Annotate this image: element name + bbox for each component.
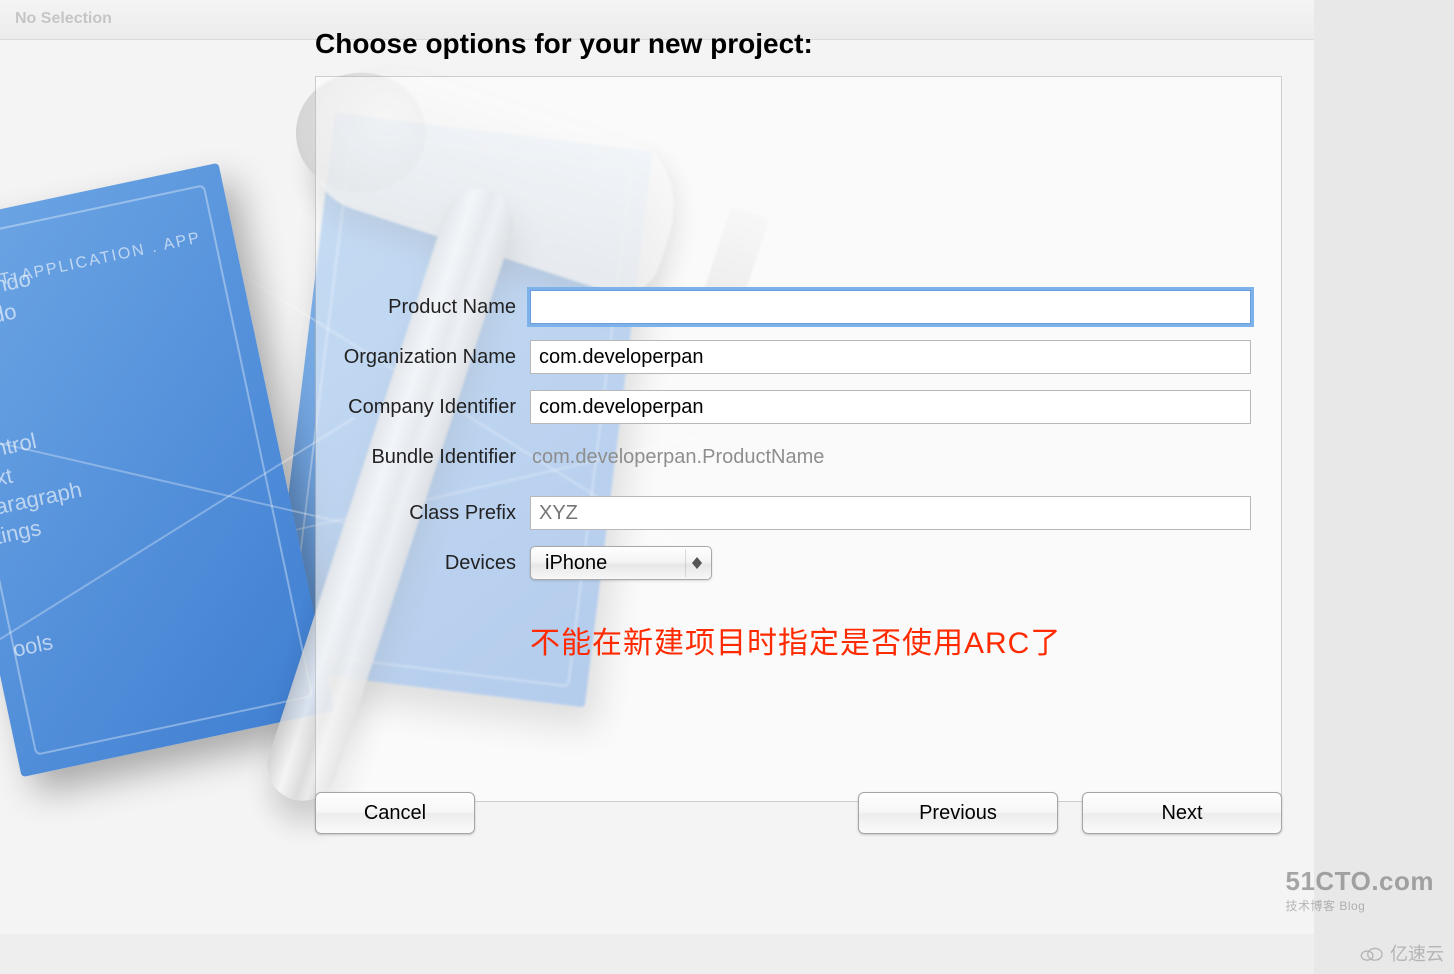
next-button[interactable]: Next: [1082, 792, 1282, 834]
cancel-button[interactable]: Cancel: [315, 792, 475, 834]
button-bar: Cancel Previous Next: [315, 792, 1282, 834]
row-organization-name: Organization Name: [316, 332, 1281, 382]
bundle-identifier-value: com.developerpan.ProductName: [530, 446, 824, 468]
previous-button[interactable]: Previous: [858, 792, 1058, 834]
product-name-label: Product Name: [316, 296, 530, 319]
cloud-icon: [1358, 944, 1384, 962]
options-form: Product Name Organization Name Company I…: [316, 282, 1281, 588]
xcode-new-project-sheet: No Selection ited Undo& Redo controltext…: [0, 0, 1314, 934]
row-bundle-identifier: Bundle Identifier com.developerpan.Produ…: [316, 432, 1281, 482]
red-annotation-text: 不能在新建项目时指定是否使用ARC了: [530, 618, 1061, 662]
watermark-51cto: 51CTO.com 技术博客 Blog: [1285, 866, 1434, 914]
class-prefix-field[interactable]: [530, 496, 1251, 530]
options-panel: Product Name Organization Name Company I…: [315, 76, 1282, 802]
company-identifier-label: Company Identifier: [316, 396, 530, 419]
devices-label: Devices: [316, 552, 530, 575]
class-prefix-label: Class Prefix: [316, 502, 530, 525]
company-identifier-field[interactable]: [530, 390, 1251, 424]
devices-selected-value: iPhone: [545, 552, 607, 575]
organization-name-field[interactable]: [530, 340, 1251, 374]
row-company-identifier: Company Identifier: [316, 382, 1281, 432]
right-gutter: [1314, 0, 1454, 974]
devices-popup[interactable]: iPhone: [530, 546, 712, 580]
updown-arrows-icon: [685, 549, 707, 577]
product-name-field[interactable]: [530, 290, 1251, 324]
organization-name-label: Organization Name: [316, 346, 530, 369]
row-class-prefix: Class Prefix: [316, 488, 1281, 538]
row-product-name: Product Name: [316, 282, 1281, 332]
row-devices: Devices iPhone: [316, 538, 1281, 588]
bundle-identifier-label: Bundle Identifier: [316, 446, 530, 469]
watermark-yisu: 亿速云: [1358, 940, 1444, 966]
dialog-title: Choose options for your new project:: [315, 28, 813, 60]
